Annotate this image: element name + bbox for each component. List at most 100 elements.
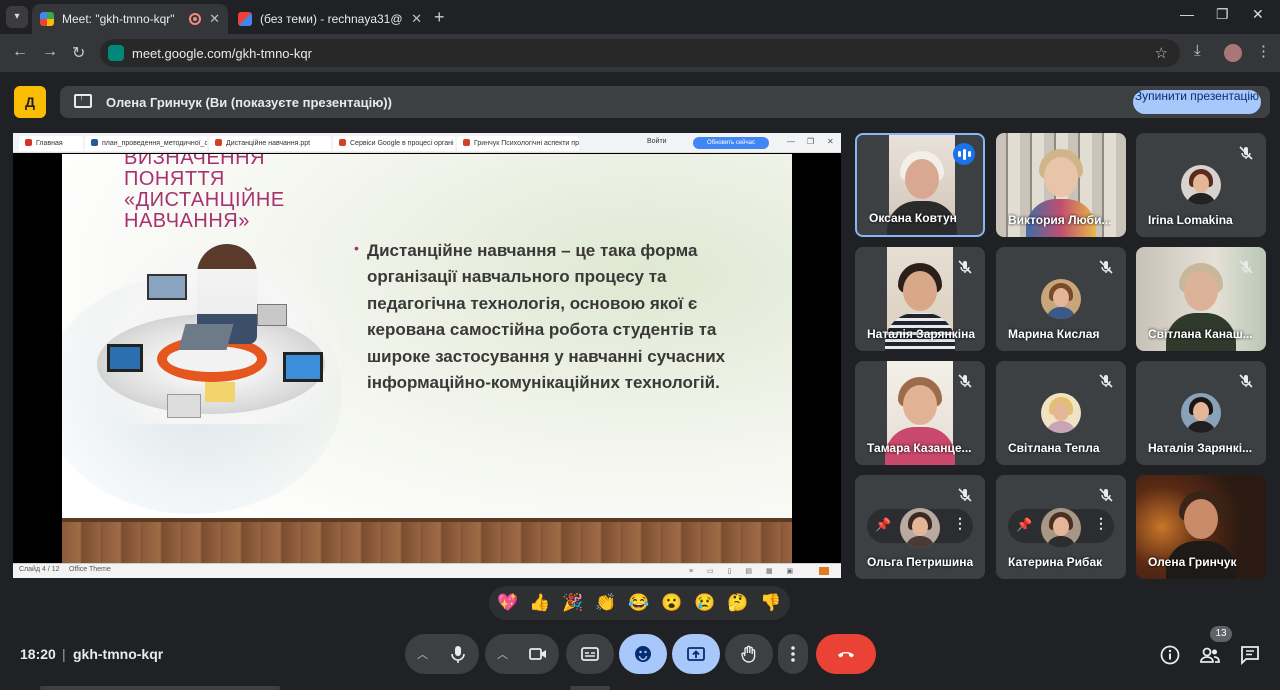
more-options-icon[interactable]: ⋮ (953, 515, 967, 532)
reaction-surprised-icon[interactable]: 😮 (660, 591, 684, 615)
participant-avatar (1041, 393, 1081, 433)
pin-icon[interactable]: 📌 (875, 517, 891, 533)
reaction-sad-icon[interactable]: 😢 (693, 591, 717, 615)
more-options-icon[interactable]: ⋮ (1094, 515, 1108, 532)
shared-tab: Сервіси Google в процесі органі (333, 136, 455, 151)
scrollbar-thumb[interactable] (570, 686, 610, 690)
slide-title-line: «ДИСТАНЦІЙНЕ (124, 189, 285, 211)
chat-icon[interactable] (1239, 644, 1261, 666)
participant-avatar (1181, 165, 1221, 205)
microphone-control: ︿ (405, 634, 479, 674)
participant-tile[interactable]: 📌 ⋮ Ольга Петришина (855, 475, 985, 579)
reaction-thumbs-up-icon[interactable]: 👍 (528, 591, 552, 615)
participant-tile[interactable]: Наталія Зарянкі... (1136, 361, 1266, 465)
scrollbar-thumb[interactable] (40, 686, 280, 690)
bookmark-star-icon[interactable]: ☆ (1155, 44, 1168, 62)
tab-meet[interactable]: Meet: "gkh-tmno-kqr" ✕ (32, 4, 228, 34)
tab-gmail[interactable]: (без теми) - rechnaya31@gmail.com ✕ (230, 4, 430, 34)
microphone-icon[interactable] (448, 644, 468, 664)
browser-menu-icon[interactable]: ⋮ (1256, 42, 1271, 60)
profile-avatar[interactable] (1224, 44, 1242, 62)
current-time: 18:20 (20, 646, 56, 662)
video-settings-chevron-icon[interactable]: ︿ (497, 646, 508, 662)
camera-icon[interactable] (528, 644, 548, 664)
speaking-indicator-icon (953, 143, 975, 165)
participant-tile[interactable]: Irina Lomakina (1136, 133, 1266, 237)
powerpoint-status-bar: Слайд 4 / 12 Office Theme ≡ ▭ ▯ ▤ ▦ ▣ (13, 563, 841, 578)
present-now-button[interactable] (672, 634, 720, 674)
emoji-icon (635, 646, 651, 662)
recording-indicator-icon (189, 13, 202, 25)
captions-button[interactable] (566, 634, 614, 674)
participant-avatar (900, 508, 940, 548)
url-text: meet.google.com/gkh-tmno-kqr (132, 46, 312, 61)
shared-browser-tabbar: Главная план_проведення_методичної_се Ди… (13, 133, 841, 153)
participant-tile[interactable]: Світлана Тепла (996, 361, 1126, 465)
reaction-heart-icon[interactable]: 💖 (496, 591, 520, 615)
participant-tile[interactable]: 📌 ⋮ Катерина Рибак (996, 475, 1126, 579)
close-tab-icon[interactable]: ✕ (209, 11, 220, 27)
slide-title-line: ВИЗНАЧЕННЯ (124, 154, 266, 169)
participant-tile[interactable]: Марина Кислая (996, 247, 1126, 351)
back-icon[interactable]: ← (12, 43, 28, 61)
participant-name: Катерина Рибак (1008, 555, 1103, 569)
participant-avatar (1041, 508, 1081, 548)
shared-tab: план_проведення_методичної_се (85, 136, 207, 151)
participant-tile[interactable]: Олена Гринчук (1136, 475, 1266, 579)
shared-tab: Дистанційне навчання.ppt (209, 136, 331, 151)
mic-off-icon (958, 374, 972, 388)
presenting-status-text: Олена Гринчук (Ви (показуєте презентацію… (106, 95, 392, 110)
reaction-party-icon[interactable]: 🎉 (561, 591, 585, 615)
maximize-icon[interactable]: ❐ (1216, 6, 1229, 23)
minimize-icon[interactable]: — (1180, 6, 1194, 22)
reaction-laugh-icon[interactable]: 😂 (627, 591, 651, 615)
participant-tile[interactable]: Світлана Канаш... (1136, 247, 1266, 351)
people-icon[interactable] (1199, 644, 1221, 666)
shared-update-button: Обновить сейчас (693, 137, 769, 149)
new-tab-icon[interactable]: + (434, 7, 445, 28)
participant-tile[interactable]: Наталія Зарянкіна (855, 247, 985, 351)
slide-wood-floor (62, 518, 792, 563)
participant-name: Марина Кислая (1008, 327, 1100, 341)
leave-call-button[interactable] (816, 634, 876, 674)
close-window-icon[interactable]: ✕ (1252, 6, 1264, 23)
browser-toolbar: ← → ↻ meet.google.com/gkh-tmno-kqr ☆ ⤓ ⋮ (0, 34, 1280, 72)
view-buttons-icon: ≡ ▭ ▯ ▤ ▦ ▣ (689, 568, 800, 575)
reaction-thumbs-down-icon[interactable]: 👎 (759, 591, 783, 615)
reload-icon[interactable]: ↻ (72, 43, 85, 63)
slide-text: Дистанційне навчання – це така форма орг… (367, 241, 726, 393)
tab-search-button[interactable]: ▾ (6, 6, 28, 28)
audio-settings-chevron-icon[interactable]: ︿ (417, 646, 428, 662)
participant-tile[interactable]: Тамара Казанце... (855, 361, 985, 465)
reaction-clap-icon[interactable]: 👏 (594, 591, 618, 615)
participant-tile[interactable]: Оксана Ковтун (855, 133, 985, 237)
reactions-button[interactable] (619, 634, 667, 674)
meeting-code: gkh-tmno-kqr (73, 646, 164, 662)
participant-name: Irina Lomakina (1148, 213, 1233, 227)
address-bar[interactable]: meet.google.com/gkh-tmno-kqr ☆ (100, 39, 1180, 67)
gmail-favicon-icon (238, 12, 252, 26)
avatar-face (912, 517, 928, 536)
close-tab-icon[interactable]: ✕ (411, 11, 422, 27)
pin-icon[interactable]: 📌 (1016, 517, 1032, 533)
slide-illustration (87, 244, 339, 424)
reaction-thinking-icon[interactable]: 🤔 (726, 591, 750, 615)
downloads-icon[interactable]: ⤓ (1194, 42, 1201, 59)
participant-tile[interactable]: Виктория Люби... (996, 133, 1126, 237)
more-options-button[interactable] (778, 634, 808, 674)
meeting-details-icon[interactable] (1159, 644, 1181, 666)
meet-companion-icon[interactable]: Д (14, 86, 46, 118)
raise-hand-button[interactable] (725, 634, 773, 674)
stop-presenting-button[interactable]: Зупинити презентацію (1133, 90, 1261, 114)
avatar-face (1053, 402, 1069, 421)
participant-name: Оксана Ковтун (869, 211, 957, 225)
forward-icon[interactable]: → (42, 43, 58, 61)
meet-favicon-icon (40, 12, 54, 26)
site-info-icon[interactable] (108, 45, 124, 61)
more-vert-icon (791, 646, 795, 662)
present-screen-icon (687, 647, 705, 661)
raise-hand-icon (741, 645, 756, 663)
captions-icon (581, 647, 599, 661)
shared-login-label: Войти (647, 138, 667, 145)
slide-body: • Дистанційне навчання – це така форма о… (354, 238, 747, 396)
